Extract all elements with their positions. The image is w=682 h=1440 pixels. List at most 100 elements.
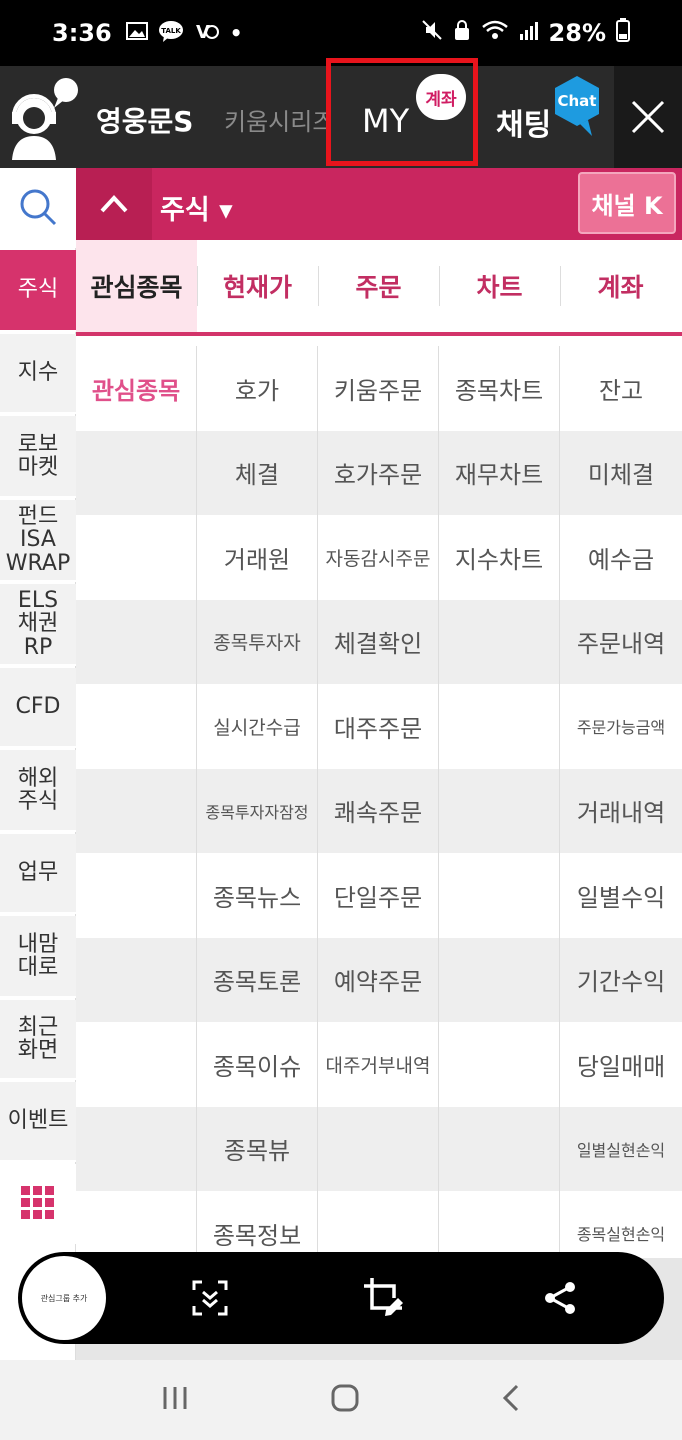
menu-empty [439,1106,560,1191]
menu-empty [76,1106,197,1191]
all-menu-button[interactable] [0,1164,76,1244]
menu-execution-check[interactable]: 체결확인 [318,599,439,684]
back-button[interactable] [501,1383,521,1417]
menu-broker[interactable]: 거래원 [197,515,318,600]
tab-current-price[interactable]: 현재가 [197,240,318,332]
menu-daily-realized-pnl[interactable]: 일별실현손익 [560,1107,682,1192]
mute-icon [421,19,443,47]
menu-quote-order[interactable]: 호가주문 [318,430,439,515]
crop-edit-button[interactable] [358,1272,410,1324]
menu-index-chart[interactable]: 지수차트 [439,515,560,600]
rail-item-els[interactable]: ELS 채권 RP [0,584,76,666]
signal-icon [519,19,539,47]
rail-item-recent[interactable]: 최근 화면 [0,1000,76,1080]
menu-watchlist[interactable]: 관심종목 [76,346,197,431]
tab-chart[interactable]: 차트 [439,240,560,332]
status-bar: 3:36 TALK V • 28% [0,0,682,66]
menu-single-order[interactable]: 단일주문 [318,853,439,938]
rail-item-business[interactable]: 업무 [0,834,76,914]
svg-text:TALK: TALK [161,27,181,35]
menu-daily-profit[interactable]: 일별수익 [560,853,682,938]
svg-text:V: V [196,22,210,42]
battery-text: 28% [548,19,606,47]
rail-item-fund[interactable]: 펀드 ISA WRAP [0,500,76,582]
dot-icon: • [229,21,243,45]
menu-stock-issue[interactable]: 종목이슈 [197,1022,318,1107]
menu-balance[interactable]: 잔고 [560,346,682,431]
menu-loan-order[interactable]: 대주주문 [318,684,439,769]
menu-unfilled[interactable]: 미체결 [560,431,682,516]
category-dropdown[interactable]: 주식 ▾ [160,188,233,227]
chat-button[interactable]: 채팅 [496,100,551,144]
menu-empty [318,1106,439,1191]
share-button[interactable] [534,1272,586,1324]
channel-k-button[interactable]: 채널 K [578,172,676,234]
menu-period-profit[interactable]: 기간수익 [560,938,682,1023]
menu-financial-chart[interactable]: 재무차트 [439,430,560,515]
menu-quick-order[interactable]: 쾌속주문 [318,768,439,853]
rail-item-cfd[interactable]: CFD [0,668,76,748]
menu-realtime-supply[interactable]: 실시간수급 [197,684,318,769]
rail-item-index[interactable]: 지수 [0,334,76,414]
menu-order-history[interactable]: 주문내역 [560,600,682,685]
collapse-button[interactable] [76,168,152,240]
menu-stock-investor[interactable]: 종목투자자 [197,599,318,684]
wifi-icon [481,19,509,47]
crop-edit-icon [364,1278,403,1316]
screenshot-thumbnail-text: 관심그룹 추가 [40,1293,88,1303]
tab-watchlist[interactable]: 관심종목 [76,240,197,332]
grid-row: 종목뉴스 단일주문 일별수익 [76,853,682,938]
search-icon [20,189,57,226]
grid-row: 거래원 자동감시주문 지수차트 예수금 [76,515,682,600]
my-account-button[interactable]: MY [362,102,409,140]
menu-empty [439,599,560,684]
menu-executions[interactable]: 체결 [197,430,318,515]
kiwoom-series-tab[interactable]: 키움시리즈 [224,102,328,137]
menu-transaction-history[interactable]: 거래내역 [560,769,682,854]
menu-daily-trades[interactable]: 당일매매 [560,1022,682,1107]
menu-stock-discussion[interactable]: 종목토론 [197,937,318,1022]
menu-empty [76,599,197,684]
recents-button[interactable] [161,1385,189,1415]
rail-item-custom[interactable]: 내맘 대로 [0,916,76,998]
menu-deposit[interactable]: 예수금 [560,515,682,600]
tab-order[interactable]: 주문 [318,240,439,332]
tab-account[interactable]: 계좌 [560,240,681,332]
menu-grid: 관심종목 호가 키움주문 종목차트 잔고 체결 호가주문 재무차트 미체결 거래… [76,346,682,1276]
menu-loan-reject-history[interactable]: 대주거부내역 [318,1022,439,1107]
rail-item-stock[interactable]: 주식 [0,250,76,332]
menu-orderable-amount[interactable]: 주문가능금액 [560,684,682,769]
close-button[interactable] [614,66,682,168]
home-button[interactable] [330,1383,360,1417]
menu-stock-view[interactable]: 종목뷰 [197,1106,318,1191]
share-icon [545,1282,575,1314]
scroll-capture-button[interactable] [184,1272,236,1324]
screenshot-thumbnail[interactable]: 관심그룹 추가 [22,1256,106,1340]
chat-icon[interactable]: Chat [552,74,602,138]
menu-reserved-order[interactable]: 예약주문 [318,937,439,1022]
rail-item-overseas[interactable]: 해외 주식 [0,750,76,832]
category-header: 주식 ▾ 채널 K [76,168,682,240]
menu-empty [76,768,197,853]
menu-stock-investor-prelim[interactable]: 종목투자자잠정 [197,768,318,853]
grid-row: 체결 호가주문 재무차트 미체결 [76,430,682,516]
menu-tabs: 관심종목 현재가 주문 차트 계좌 [76,240,682,336]
menu-stock-news[interactable]: 종목뉴스 [197,853,318,938]
menu-empty [76,430,197,515]
app-brand[interactable]: 영웅문S [96,100,193,140]
app-top-bar: 영웅문S 키움시리즈 MY 계좌 채팅 Chat [0,58,682,168]
gallery-icon [125,21,148,46]
menu-stock-chart[interactable]: 종목차트 [439,346,560,431]
menu-auto-watch-order[interactable]: 자동감시주문 [318,515,439,600]
grid-row: 종목투자자 체결확인 주문내역 [76,599,682,685]
category-rail: 주식 지수 로보 마켓 펀드 ISA WRAP ELS 채권 RP CFD 해외… [0,168,76,1360]
lock-icon [453,19,471,47]
menu-empty [439,768,560,853]
headset-agent-icon[interactable] [8,76,80,160]
rail-item-robo-market[interactable]: 로보 마켓 [0,416,76,498]
menu-quote[interactable]: 호가 [197,346,318,431]
search-button[interactable] [0,168,76,248]
chevron-up-icon [100,195,128,213]
menu-kiwoom-order[interactable]: 키움주문 [318,346,439,431]
rail-item-event[interactable]: 이벤트 [0,1082,76,1162]
